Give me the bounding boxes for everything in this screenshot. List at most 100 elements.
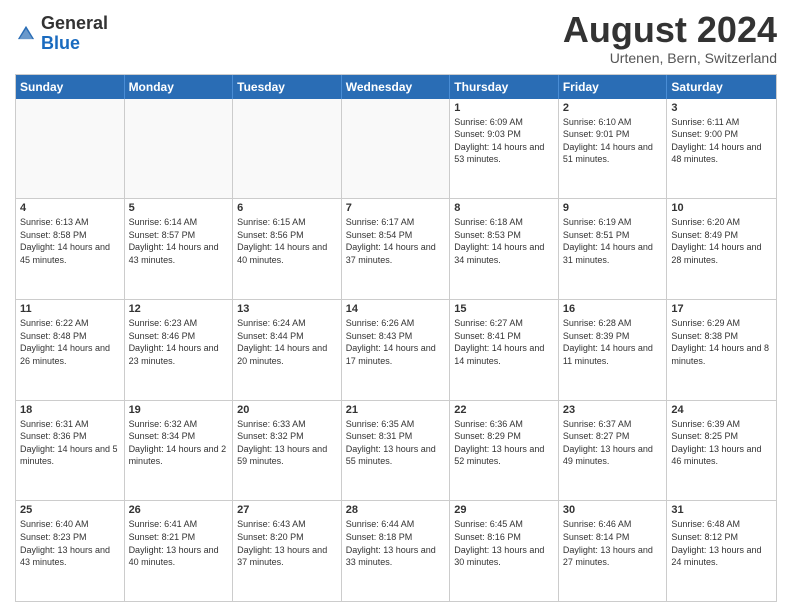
day-number: 6 (237, 202, 337, 214)
day-number: 2 (563, 102, 663, 114)
cal-cell: 4 Sunrise: 6:13 AM Sunset: 8:58 PM Daylig… (16, 199, 125, 299)
day-number: 12 (129, 303, 229, 315)
day-number: 31 (671, 504, 772, 516)
day-number: 5 (129, 202, 229, 214)
calendar: SundayMondayTuesdayWednesdayThursdayFrid… (15, 74, 777, 602)
cal-cell: 10Sunrise: 6:20 AM Sunset: 8:49 PM Dayli… (667, 199, 776, 299)
logo: General Blue (15, 14, 108, 54)
day-info: Sunrise: 6:19 AM Sunset: 8:51 PM Dayligh… (563, 216, 663, 266)
cal-cell: 28Sunrise: 6:44 AM Sunset: 8:18 PM Dayli… (342, 501, 451, 601)
cal-cell: 29 Sunrise: 6:45 AM Sunset: 8:16 PM Dayli… (450, 501, 559, 601)
day-of-week-monday: Monday (125, 75, 234, 99)
day-info: Sunrise: 6:22 AM Sunset: 8:48 PM Dayligh… (20, 317, 120, 367)
day-number: 17 (671, 303, 772, 315)
day-number: 18 (20, 404, 120, 416)
day-info: Sunrise: 6:32 AM Sunset: 8:34 PM Dayligh… (129, 418, 229, 468)
month-title: August 2024 (563, 10, 777, 50)
cal-cell: 22 Sunrise: 6:36 AM Sunset: 8:29 PM Dayli… (450, 401, 559, 501)
cal-cell: 5 Sunrise: 6:14 AM Sunset: 8:57 PM Daylig… (125, 199, 234, 299)
cal-row-1: 4 Sunrise: 6:13 AM Sunset: 8:58 PM Daylig… (16, 199, 776, 300)
day-info: Sunrise: 6:26 AM Sunset: 8:43 PM Dayligh… (346, 317, 446, 367)
cal-cell: 6Sunrise: 6:15 AM Sunset: 8:56 PM Daylig… (233, 199, 342, 299)
day-number: 20 (237, 404, 337, 416)
page: General Blue August 2024 Urtenen, Bern, … (0, 0, 792, 612)
day-info: Sunrise: 6:10 AM Sunset: 9:01 PM Dayligh… (563, 116, 663, 166)
cal-cell: 17 Sunrise: 6:29 AM Sunset: 8:38 PM Dayli… (667, 300, 776, 400)
day-info: Sunrise: 6:13 AM Sunset: 8:58 PM Dayligh… (20, 216, 120, 266)
cal-cell: 14 Sunrise: 6:26 AM Sunset: 8:43 PM Dayli… (342, 300, 451, 400)
day-info: Sunrise: 6:39 AM Sunset: 8:25 PM Dayligh… (671, 418, 772, 468)
cal-row-4: 25Sunrise: 6:40 AM Sunset: 8:23 PM Dayli… (16, 501, 776, 601)
cal-cell: 8Sunrise: 6:18 AM Sunset: 8:53 PM Daylig… (450, 199, 559, 299)
day-number: 15 (454, 303, 554, 315)
cal-cell: 21Sunrise: 6:35 AM Sunset: 8:31 PM Dayli… (342, 401, 451, 501)
day-info: Sunrise: 6:37 AM Sunset: 8:27 PM Dayligh… (563, 418, 663, 468)
day-number: 4 (20, 202, 120, 214)
cal-cell: 26Sunrise: 6:41 AM Sunset: 8:21 PM Dayli… (125, 501, 234, 601)
day-of-week-sunday: Sunday (16, 75, 125, 99)
day-info: Sunrise: 6:45 AM Sunset: 8:16 PM Dayligh… (454, 518, 554, 568)
day-number: 23 (563, 404, 663, 416)
cal-cell: 1Sunrise: 6:09 AM Sunset: 9:03 PM Daylig… (450, 99, 559, 199)
day-info: Sunrise: 6:46 AM Sunset: 8:14 PM Dayligh… (563, 518, 663, 568)
day-of-week-friday: Friday (559, 75, 668, 99)
cal-cell: 11 Sunrise: 6:22 AM Sunset: 8:48 PM Dayli… (16, 300, 125, 400)
cal-cell: 16Sunrise: 6:28 AM Sunset: 8:39 PM Dayli… (559, 300, 668, 400)
day-number: 3 (671, 102, 772, 114)
cal-row-0: 1Sunrise: 6:09 AM Sunset: 9:03 PM Daylig… (16, 99, 776, 200)
day-info: Sunrise: 6:14 AM Sunset: 8:57 PM Dayligh… (129, 216, 229, 266)
day-info: Sunrise: 6:36 AM Sunset: 8:29 PM Dayligh… (454, 418, 554, 468)
day-number: 29 (454, 504, 554, 516)
day-info: Sunrise: 6:20 AM Sunset: 8:49 PM Dayligh… (671, 216, 772, 266)
logo-blue-text: Blue (41, 33, 80, 53)
day-of-week-thursday: Thursday (450, 75, 559, 99)
cal-cell: 3 Sunrise: 6:11 AM Sunset: 9:00 PM Daylig… (667, 99, 776, 199)
day-number: 14 (346, 303, 446, 315)
cal-cell: 25Sunrise: 6:40 AM Sunset: 8:23 PM Dayli… (16, 501, 125, 601)
day-number: 28 (346, 504, 446, 516)
day-info: Sunrise: 6:48 AM Sunset: 8:12 PM Dayligh… (671, 518, 772, 568)
day-info: Sunrise: 6:18 AM Sunset: 8:53 PM Dayligh… (454, 216, 554, 266)
day-number: 9 (563, 202, 663, 214)
cal-cell: 23 Sunrise: 6:37 AM Sunset: 8:27 PM Dayli… (559, 401, 668, 501)
cal-cell (125, 99, 234, 199)
day-number: 22 (454, 404, 554, 416)
calendar-body: 1Sunrise: 6:09 AM Sunset: 9:03 PM Daylig… (16, 99, 776, 601)
day-info: Sunrise: 6:29 AM Sunset: 8:38 PM Dayligh… (671, 317, 772, 367)
day-of-week-wednesday: Wednesday (342, 75, 451, 99)
cal-cell: 24 Sunrise: 6:39 AM Sunset: 8:25 PM Dayli… (667, 401, 776, 501)
cal-cell: 27 Sunrise: 6:43 AM Sunset: 8:20 PM Dayli… (233, 501, 342, 601)
cal-cell (16, 99, 125, 199)
cal-cell: 12Sunrise: 6:23 AM Sunset: 8:46 PM Dayli… (125, 300, 234, 400)
day-info: Sunrise: 6:33 AM Sunset: 8:32 PM Dayligh… (237, 418, 337, 468)
day-info: Sunrise: 6:35 AM Sunset: 8:31 PM Dayligh… (346, 418, 446, 468)
day-info: Sunrise: 6:43 AM Sunset: 8:20 PM Dayligh… (237, 518, 337, 568)
cal-cell: 18Sunrise: 6:31 AM Sunset: 8:36 PM Dayli… (16, 401, 125, 501)
cal-cell (233, 99, 342, 199)
day-number: 16 (563, 303, 663, 315)
cal-cell: 9 Sunrise: 6:19 AM Sunset: 8:51 PM Daylig… (559, 199, 668, 299)
cal-cell: 20 Sunrise: 6:33 AM Sunset: 8:32 PM Dayli… (233, 401, 342, 501)
day-number: 25 (20, 504, 120, 516)
header: General Blue August 2024 Urtenen, Bern, … (15, 10, 777, 66)
cal-cell: 19 Sunrise: 6:32 AM Sunset: 8:34 PM Dayli… (125, 401, 234, 501)
day-info: Sunrise: 6:24 AM Sunset: 8:44 PM Dayligh… (237, 317, 337, 367)
location: Urtenen, Bern, Switzerland (563, 50, 777, 66)
logo-general-text: General (41, 13, 108, 33)
day-info: Sunrise: 6:17 AM Sunset: 8:54 PM Dayligh… (346, 216, 446, 266)
day-number: 27 (237, 504, 337, 516)
day-number: 11 (20, 303, 120, 315)
day-number: 24 (671, 404, 772, 416)
cal-cell: 31 Sunrise: 6:48 AM Sunset: 8:12 PM Dayli… (667, 501, 776, 601)
day-number: 30 (563, 504, 663, 516)
cal-cell: 2 Sunrise: 6:10 AM Sunset: 9:01 PM Daylig… (559, 99, 668, 199)
day-number: 19 (129, 404, 229, 416)
cal-cell: 13 Sunrise: 6:24 AM Sunset: 8:44 PM Dayli… (233, 300, 342, 400)
day-info: Sunrise: 6:11 AM Sunset: 9:00 PM Dayligh… (671, 116, 772, 166)
title-block: August 2024 Urtenen, Bern, Switzerland (563, 10, 777, 66)
cal-cell (342, 99, 451, 199)
day-number: 13 (237, 303, 337, 315)
logo-icon (15, 23, 37, 45)
day-of-week-saturday: Saturday (667, 75, 776, 99)
day-of-week-tuesday: Tuesday (233, 75, 342, 99)
